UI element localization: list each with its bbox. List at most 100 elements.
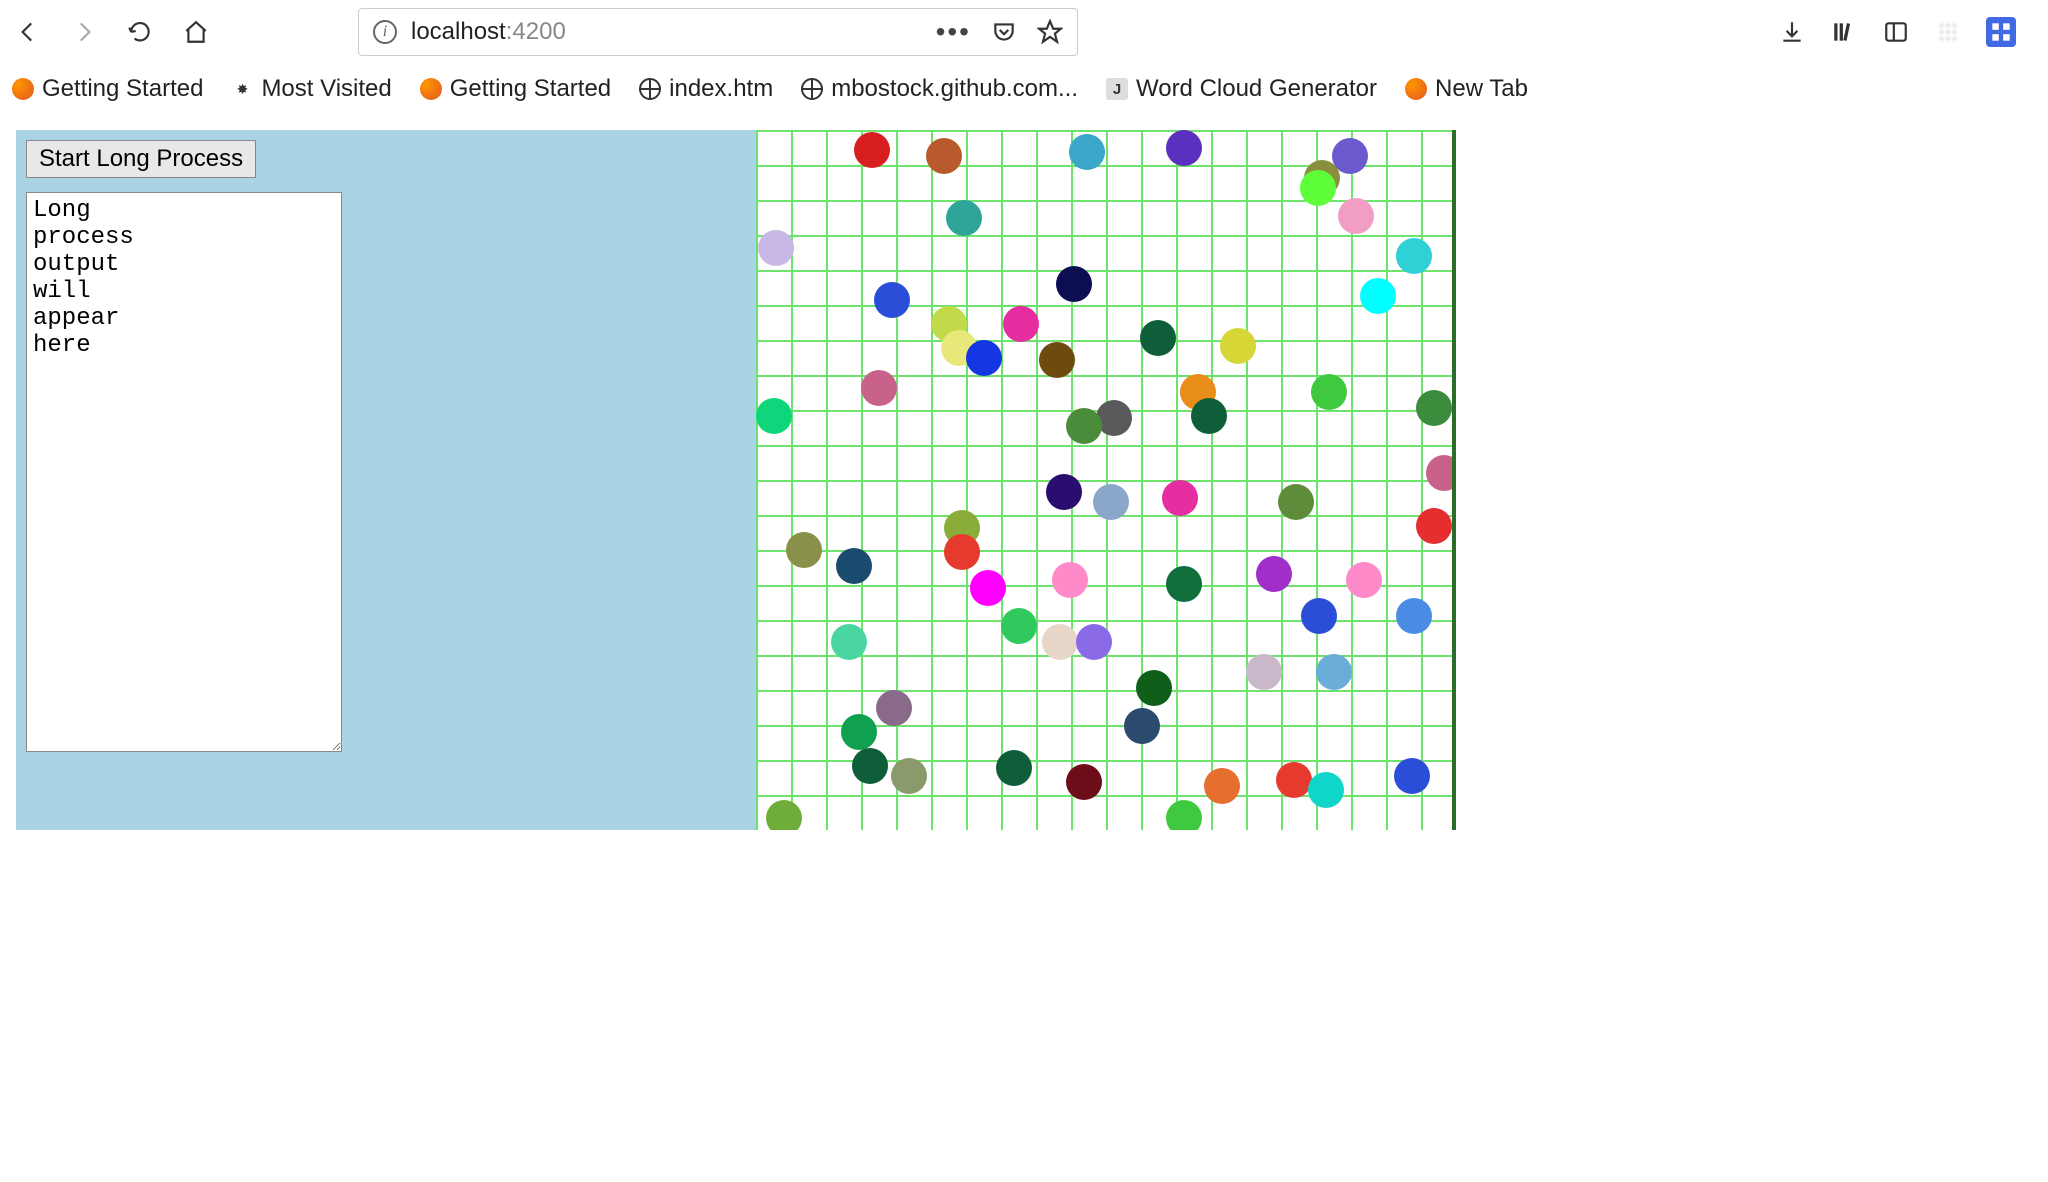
globe-icon xyxy=(639,78,661,100)
url-text: localhost:4200 xyxy=(411,18,566,46)
dot xyxy=(1052,562,1088,598)
dot xyxy=(831,624,867,660)
toolbar-right xyxy=(1778,17,2016,47)
info-icon[interactable]: i xyxy=(373,20,397,44)
dot xyxy=(1346,562,1382,598)
dot xyxy=(1003,306,1039,342)
dot xyxy=(756,398,792,434)
extension-icon xyxy=(1935,19,1961,45)
dot xyxy=(1162,480,1198,516)
grid-app-button[interactable] xyxy=(1986,17,2016,47)
dot xyxy=(1042,624,1078,660)
dot xyxy=(946,200,982,236)
dot xyxy=(1311,374,1347,410)
dot xyxy=(1046,474,1082,510)
sidebar-button[interactable] xyxy=(1882,18,1910,46)
dot xyxy=(1204,768,1240,804)
forward-button[interactable] xyxy=(68,16,100,48)
address-bar[interactable]: i localhost:4200 ••• xyxy=(358,8,1078,56)
dot xyxy=(1426,455,1456,491)
dot xyxy=(1300,170,1336,206)
bookmark-mbostock[interactable]: mbostock.github.com... xyxy=(801,75,1078,103)
bookmarks-bar: Getting Started ✸ Most Visited Getting S… xyxy=(0,64,2048,114)
dot xyxy=(1039,342,1075,378)
dot xyxy=(1001,608,1037,644)
bookmark-getting-started-2[interactable]: Getting Started xyxy=(420,75,611,103)
dot xyxy=(1301,598,1337,634)
dot xyxy=(996,750,1032,786)
bookmark-label: New Tab xyxy=(1435,75,1528,103)
dot xyxy=(1416,508,1452,544)
firefox-icon xyxy=(12,78,34,100)
dot xyxy=(1360,278,1396,314)
dot xyxy=(891,758,927,794)
downloads-button[interactable] xyxy=(1778,18,1806,46)
grid-app-icon xyxy=(1988,19,2014,45)
dot xyxy=(926,138,962,174)
dot xyxy=(1338,198,1374,234)
bookmark-most-visited[interactable]: ✸ Most Visited xyxy=(231,75,391,103)
page-actions-icon[interactable]: ••• xyxy=(936,16,971,48)
star-icon[interactable] xyxy=(1037,19,1063,45)
dot xyxy=(1276,762,1312,798)
url-host: localhost xyxy=(411,18,506,45)
bookmark-getting-started-1[interactable]: Getting Started xyxy=(12,75,203,103)
dot xyxy=(1124,708,1160,744)
dot xyxy=(1246,654,1282,690)
dot xyxy=(1256,556,1292,592)
downloads-icon xyxy=(1779,19,1805,45)
sidebar-icon xyxy=(1883,19,1909,45)
dot xyxy=(1316,654,1352,690)
page-content: Start Long Process xyxy=(0,114,2048,846)
bookmark-label: index.htm xyxy=(669,75,773,103)
dot xyxy=(1278,484,1314,520)
start-long-process-button[interactable]: Start Long Process xyxy=(26,140,256,178)
dot xyxy=(758,230,794,266)
output-textarea[interactable] xyxy=(26,192,342,752)
dot xyxy=(766,800,802,830)
pocket-icon[interactable] xyxy=(991,19,1017,45)
reload-icon xyxy=(127,19,153,45)
reload-button[interactable] xyxy=(124,16,156,48)
bookmark-label: Most Visited xyxy=(261,75,391,103)
dot xyxy=(876,690,912,726)
dot xyxy=(1076,624,1112,660)
home-icon xyxy=(183,19,209,45)
dot xyxy=(1308,772,1344,808)
extension-button[interactable] xyxy=(1934,18,1962,46)
bookmark-index-htm[interactable]: index.htm xyxy=(639,75,773,103)
dot xyxy=(966,340,1002,376)
left-panel: Start Long Process xyxy=(16,130,756,830)
dot xyxy=(1166,566,1202,602)
dot xyxy=(1069,134,1105,170)
dot xyxy=(1136,670,1172,706)
url-port: :4200 xyxy=(506,18,566,45)
forward-icon xyxy=(71,19,97,45)
globe-icon xyxy=(801,78,823,100)
browser-toolbar: i localhost:4200 ••• xyxy=(0,0,2048,64)
dot xyxy=(874,282,910,318)
bookmark-label: mbostock.github.com... xyxy=(831,75,1078,103)
gear-icon: ✸ xyxy=(231,78,253,100)
dot xyxy=(1396,238,1432,274)
bookmark-new-tab[interactable]: New Tab xyxy=(1405,75,1528,103)
home-button[interactable] xyxy=(180,16,212,48)
dot xyxy=(854,132,890,168)
nav-buttons xyxy=(12,16,212,48)
back-button[interactable] xyxy=(12,16,44,48)
bookmark-label: Getting Started xyxy=(450,75,611,103)
firefox-icon xyxy=(420,78,442,100)
dot xyxy=(970,570,1006,606)
bookmark-word-cloud[interactable]: J Word Cloud Generator xyxy=(1106,75,1377,103)
back-icon xyxy=(15,19,41,45)
library-button[interactable] xyxy=(1830,18,1858,46)
dot xyxy=(1093,484,1129,520)
dot xyxy=(852,748,888,784)
address-bar-actions: ••• xyxy=(936,16,1063,48)
dot xyxy=(1166,800,1202,830)
dot xyxy=(1220,328,1256,364)
dot xyxy=(1394,758,1430,794)
dot xyxy=(836,548,872,584)
bookmark-label: Getting Started xyxy=(42,75,203,103)
library-icon xyxy=(1831,19,1857,45)
